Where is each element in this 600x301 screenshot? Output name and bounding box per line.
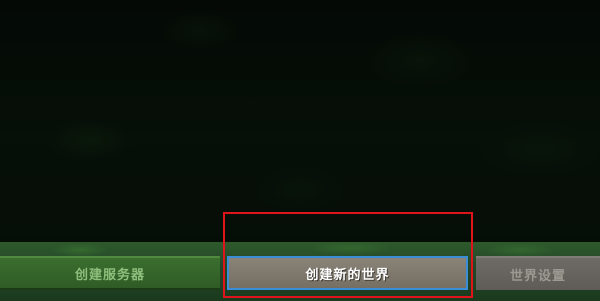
create-new-world-label: 创建新的世界 [305, 267, 390, 283]
world-settings-button[interactable]: 世界设置 [476, 256, 600, 290]
world-settings-label: 世界设置 [509, 268, 566, 284]
create-server-label: 创建服务器 [74, 267, 145, 283]
create-server-button[interactable]: 创建服务器 [0, 256, 220, 290]
world-list-panel[interactable] [0, 0, 600, 243]
create-new-world-button[interactable]: 创建新的世界 [227, 256, 468, 290]
